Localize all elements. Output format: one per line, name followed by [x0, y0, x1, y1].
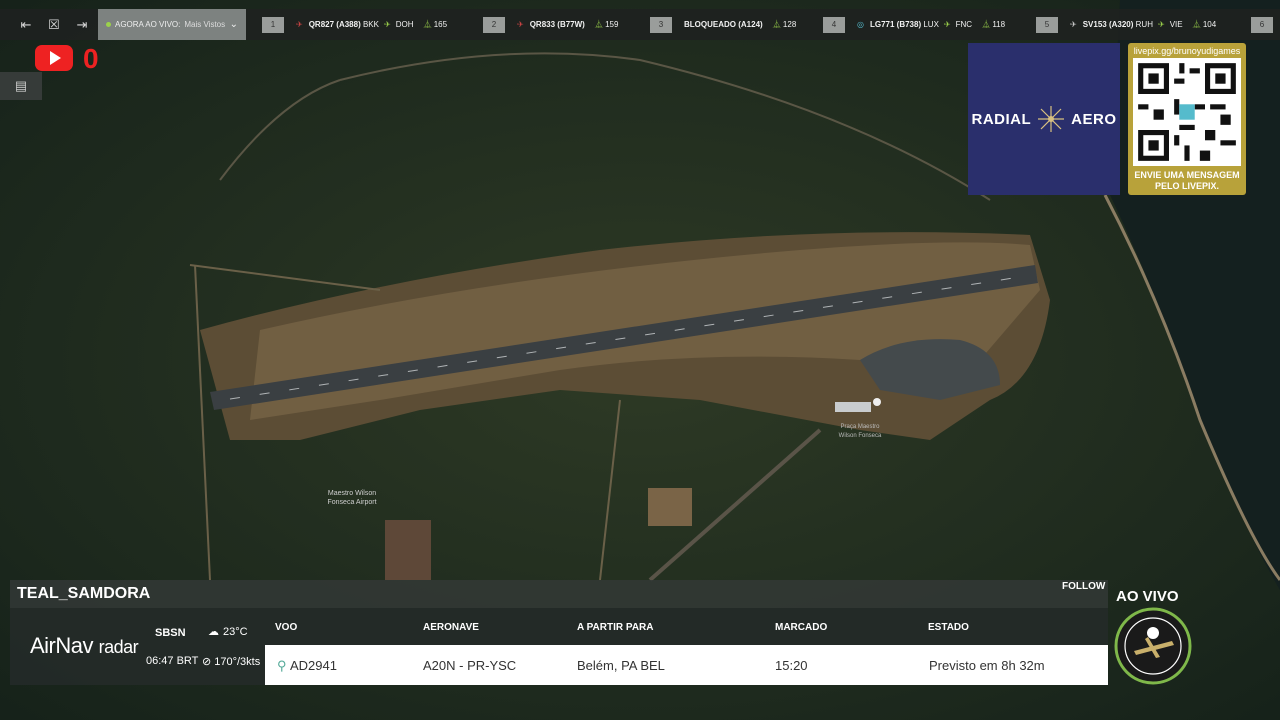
cell-partir: Belém, PA BEL — [577, 658, 665, 673]
airline-icon: ✈ — [296, 20, 303, 29]
flight-info-panel: TEAL_SAMDORA FOLLOW AirNav radar SBSN 06… — [10, 580, 1108, 685]
sponsor-logo: RADIAL AERO — [968, 43, 1120, 195]
ticker-flight-6[interactable]: 6 — [1251, 9, 1280, 40]
map-label-airport: Maestro Wilson — [328, 490, 376, 497]
airnav-logo: AirNav radar — [30, 633, 139, 658]
follow-button[interactable]: FOLLOW — [1062, 581, 1105, 592]
table-row[interactable]: ⚲ AD2941 A20N - PR-YSC Belém, PA BEL 15:… — [265, 645, 1108, 685]
airport-code: SBSN — [155, 627, 186, 639]
viewers-icon: ⏅ — [1192, 20, 1201, 29]
header-estado: ESTADO — [928, 622, 969, 633]
cell-aeronave: A20N - PR-YSC — [423, 658, 517, 673]
qr-code[interactable] — [1133, 58, 1241, 166]
sponsor-right: AERO — [1071, 110, 1117, 128]
flight-pin-icon: ⚲ — [277, 658, 287, 673]
airline-icon: ✈ — [517, 20, 524, 29]
header-marcado: MARCADO — [775, 622, 828, 633]
viewers-icon: ⏅ — [423, 20, 432, 29]
header-voo: VOO — [275, 622, 298, 633]
channel-badge-icon — [1114, 607, 1192, 685]
ticker-flight-2[interactable]: 2 ✈ QR833 (B77W) ⏅ 159 — [483, 9, 618, 40]
ticker-flight-3[interactable]: 3 BLOQUEADO (A124) ⏅ 128 — [650, 9, 796, 40]
youtube-count: 0 — [83, 43, 99, 74]
list-icon[interactable]: ▤ — [0, 72, 42, 100]
qr-message: ENVIE UMA MENSAGEM PELO LIVEPIX. — [1134, 170, 1240, 191]
youtube-icon — [35, 45, 73, 71]
viewers-icon: ⏅ — [772, 20, 781, 29]
airline-icon: ◎ — [857, 20, 864, 29]
weather-icon: ☁ — [208, 626, 219, 638]
map-pin-icon[interactable] — [873, 398, 881, 406]
cell-voo: AD2941 — [290, 658, 337, 673]
ticker-flight-1[interactable]: 1 ✈ QR827 (A388) BKK ✈ DOH ⏅ 165 — [262, 9, 447, 40]
airline-icon: ✈ — [1070, 20, 1077, 29]
header-aeronave: AERONAVE — [423, 622, 479, 633]
svg-text:Fonseca Airport: Fonseca Airport — [327, 499, 376, 506]
cell-marcado: 15:20 — [775, 658, 808, 673]
qr-url: livepix.gg/brunoyudigames — [1133, 46, 1241, 56]
viewers-icon: ⏅ — [982, 20, 991, 29]
ticker-flight-4[interactable]: 4 ◎ LG771 (B738) LUX ✈ FNC ⏅ 118 — [823, 9, 1005, 40]
plane-icon: ✈ — [1157, 20, 1165, 29]
plane-icon: ✈ — [383, 20, 391, 29]
svg-text:Wilson Fonseca: Wilson Fonseca — [839, 433, 882, 439]
callsign: TEAL_SAMDORA — [17, 585, 151, 602]
map-label-plaza: Praça Maestro — [840, 424, 880, 430]
plane-icon: ✈ — [943, 20, 951, 29]
live-label: AO VIVO — [1116, 588, 1179, 605]
temperature: ☁ 23°C — [208, 625, 248, 639]
header-partir: A PARTIR PARA — [577, 622, 654, 633]
cell-estado: Previsto em 8h 32m — [929, 658, 1045, 673]
radial-star-icon — [1038, 106, 1065, 132]
wind-icon: ⊘ — [202, 656, 212, 668]
local-time: 06:47 BRT — [146, 655, 199, 667]
viewers-icon: ⏅ — [594, 20, 603, 29]
ticker-flight-5[interactable]: 5 ✈ SV153 (A320) RUH ✈ VIE ⏅ 104 — [1036, 9, 1216, 40]
wind: ⊘ 170°/3kts — [202, 655, 261, 669]
sponsor-left: RADIAL — [971, 110, 1032, 128]
livepix-qr-panel: livepix.gg/brunoyudigames ENVIE UMA MENS… — [1128, 43, 1246, 195]
